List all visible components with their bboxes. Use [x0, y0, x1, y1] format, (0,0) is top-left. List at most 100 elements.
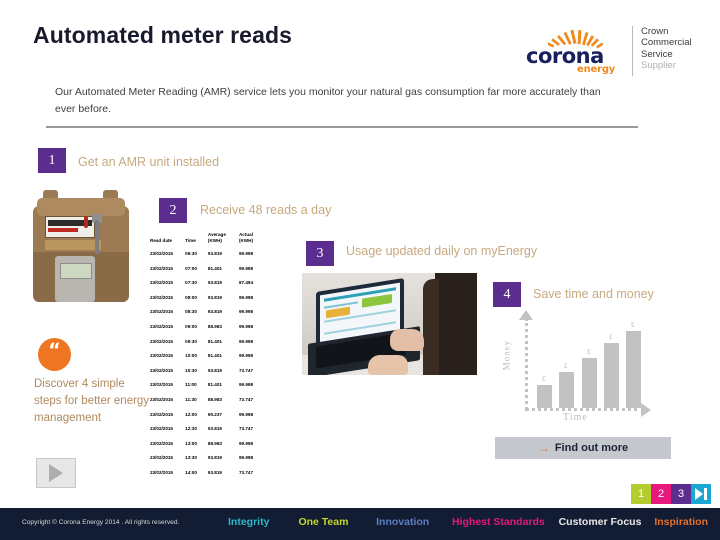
- quote-text: Discover 4 simple steps for better energ…: [34, 378, 150, 424]
- footer-value-link[interactable]: Highest Standards: [452, 516, 559, 528]
- ccs-line-1: Crown: [641, 26, 669, 37]
- meter-top: [37, 198, 125, 216]
- table-row: 23/02/2015 09:00 88.983 99.998: [150, 319, 270, 334]
- cell-time: 13:30: [185, 455, 197, 461]
- cell-read-date: 23/02/2015: [150, 367, 173, 373]
- footer-value-link[interactable]: Integrity: [228, 516, 298, 528]
- money-over-time-chart: Money Time £ £ £ £ £: [501, 308, 675, 426]
- chart-bars-group: £ £ £ £ £: [533, 318, 645, 408]
- meter-dial-red: [48, 228, 78, 232]
- cell-read-date: 23/02/2015: [150, 440, 173, 446]
- column-header-average: Average (KWH): [208, 232, 239, 246]
- cell-average: 88.983: [207, 396, 222, 402]
- column-header-time: Time: [185, 237, 196, 243]
- cell-average: 88.983: [207, 323, 222, 329]
- cell-average: 81.401: [207, 382, 222, 388]
- myenergy-laptop-image: [302, 273, 477, 375]
- cell-read-date: 23/02/2015: [150, 250, 173, 256]
- crown-commercial-service-block: Crown Commercial Service Supplier: [641, 26, 692, 72]
- cell-average: 81.401: [207, 338, 222, 344]
- cell-time: 09:30: [185, 338, 197, 344]
- pagination: 1 2 3: [631, 484, 711, 504]
- gas-meter-image: [29, 190, 135, 318]
- find-out-more-label: Find out more: [554, 442, 629, 454]
- table-row: 23/02/2015 13:30 93.819 99.998: [150, 451, 270, 466]
- footer-value-link[interactable]: Inspiration: [654, 516, 708, 528]
- chart-y-axis-label: Money: [501, 339, 512, 371]
- column-header-read-date: Read date: [150, 237, 172, 243]
- reads-table-body: 23/02/2015 06:30 93.819 99.998 23/02/2015 07:…: [150, 246, 270, 480]
- pagination-page-1[interactable]: 1: [631, 484, 651, 504]
- step-3-label: Usage updated daily on myEnergy: [346, 244, 538, 258]
- table-row: 23/02/2015 07:30 93.819 87.494: [150, 275, 270, 290]
- cell-average: 93.819: [207, 309, 222, 315]
- table-row: 23/02/2015 08:00 93.819 99.998: [150, 290, 270, 305]
- cell-average: 93.819: [207, 250, 222, 256]
- footer-value-link[interactable]: Customer Focus: [559, 516, 655, 528]
- cell-time: 08:30: [185, 309, 197, 315]
- cell-read-date: 23/02/2015: [150, 309, 173, 315]
- cell-average: 93.819: [207, 455, 222, 461]
- play-icon: [49, 464, 63, 482]
- cell-actual: 99.998: [238, 455, 254, 461]
- cell-read-date: 23/02/2015: [150, 455, 173, 461]
- corona-logo-mark: corona energy: [524, 28, 628, 80]
- chart-bar: [604, 343, 619, 408]
- cell-actual: 99.998: [238, 294, 254, 300]
- cell-average: 81.401: [207, 353, 222, 359]
- footer-value-link[interactable]: Innovation: [376, 516, 452, 528]
- footer-values-list: Integrity One Team Innovation Highest Stand…: [228, 516, 708, 528]
- footer-value-link[interactable]: One Team: [298, 516, 376, 528]
- chart-bar-label: £: [609, 333, 613, 341]
- cell-actual: 99.998: [238, 411, 254, 417]
- page-title: Automated meter reads: [33, 22, 293, 48]
- reads-table-head: Read date Time Average (KWH) Actual (KWH…: [150, 232, 270, 246]
- cell-actual: 99.998: [238, 338, 254, 344]
- cell-average: 93.819: [207, 469, 222, 475]
- person-hand-right: [390, 329, 424, 351]
- table-row: 23/02/2015 12:00 90.237 99.998: [150, 407, 270, 422]
- next-bar-icon: [704, 488, 707, 500]
- cell-time: 10:30: [185, 367, 197, 373]
- step-2-label: Receive 48 reads a day: [200, 203, 332, 217]
- table-row: 23/02/2015 11:30 88.983 73.747: [150, 392, 270, 407]
- footer: Copyright © Corona Energy 2014 . All rig…: [0, 508, 720, 540]
- logo-divider: [632, 26, 633, 76]
- table-row: 23/02/2015 06:30 93.819 99.998: [150, 246, 270, 261]
- step-1-label: Get an AMR unit installed: [78, 155, 220, 169]
- pagination-page-2[interactable]: 2: [651, 484, 671, 504]
- cell-read-date: 23/02/2015: [150, 323, 173, 329]
- chart-y-axis: [525, 318, 528, 410]
- cell-time: 08:00: [185, 294, 197, 300]
- cell-read-date: 23/02/2015: [150, 280, 173, 286]
- cell-average: 90.237: [207, 411, 222, 417]
- column-header-average-top: Average: [207, 232, 226, 237]
- column-header-actual: Actual (KWH): [239, 232, 270, 246]
- table-row: 23/02/2015 10:00 81.401 99.998: [150, 348, 270, 363]
- find-out-more-button[interactable]: → Find out more: [495, 437, 671, 459]
- pagination-page-3[interactable]: 3: [671, 484, 691, 504]
- cell-time: 11:00: [185, 382, 197, 388]
- copyright-text: Copyright © Corona Energy 2014 . All rig…: [22, 519, 180, 526]
- step-1-number: 1: [38, 148, 66, 173]
- cell-time: 11:30: [185, 396, 197, 402]
- table-row: 23/02/2015 09:30 81.401 99.998: [150, 334, 270, 349]
- cell-average: 93.819: [207, 294, 222, 300]
- person-shoulder: [423, 279, 439, 375]
- cell-time: 06:30: [185, 250, 197, 256]
- reads-table-element: Read date Time Average (KWH) Actual (KWH…: [150, 232, 270, 480]
- column-header-average-unit: (KWH): [207, 237, 222, 243]
- cell-actual: 99.998: [238, 440, 254, 446]
- chart-bar: [537, 385, 552, 408]
- meter-label-plate: [45, 240, 101, 250]
- meter-amr-screen: [60, 263, 92, 279]
- cell-actual: 73.747: [238, 469, 254, 475]
- pagination-next-button[interactable]: [691, 484, 711, 504]
- play-video-button[interactable]: [36, 458, 76, 488]
- chart-bar: [559, 372, 574, 408]
- cell-read-date: 23/02/2015: [150, 396, 173, 402]
- table-row: 23/02/2015 13:00 88.983 99.998: [150, 436, 270, 451]
- cell-time: 13:00: [185, 440, 197, 446]
- cell-average: 93.819: [207, 367, 222, 373]
- table-row: 23/02/2015 11:00 81.401 99.998: [150, 378, 270, 393]
